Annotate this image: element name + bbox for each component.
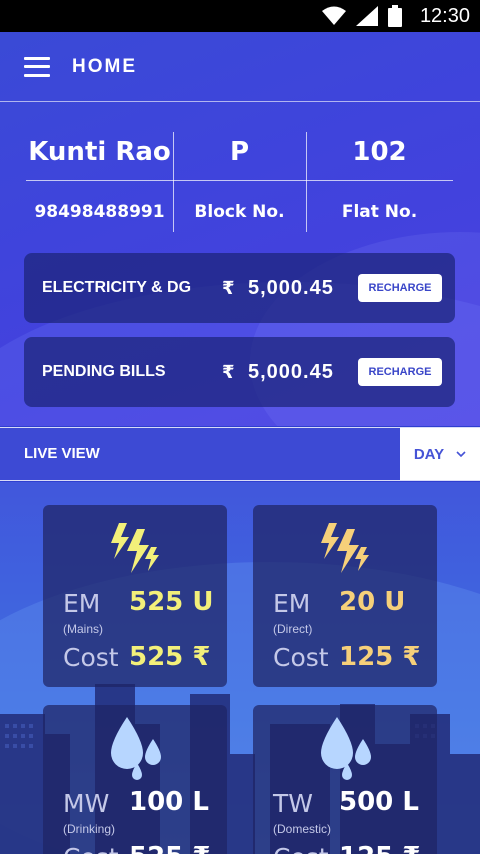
meter-tile-em-direct[interactable]: EM (Direct) Cost 20 U 125 ₹ xyxy=(253,505,437,687)
signal-icon xyxy=(355,6,378,26)
live-view-bar: LIVE VIEW DAY xyxy=(0,427,480,481)
electricity-bill-card: ELECTRICITY & DG ₹ 5,000.45 RECHARGE xyxy=(24,253,455,323)
bill-label: ELECTRICITY & DG xyxy=(42,279,192,296)
status-time: 12:30 xyxy=(419,4,470,27)
meter-usage: 100 L xyxy=(129,787,209,817)
hamburger-menu-icon[interactable] xyxy=(24,56,50,77)
bill-amount: 5,000.45 xyxy=(248,360,334,383)
meter-cost: 125 ₹ xyxy=(339,642,421,672)
lightning-icon xyxy=(253,521,437,577)
meter-tile-tw-domestic[interactable]: TW (Domestic) Cost 500 L 125 ₹ xyxy=(253,705,437,854)
rupee-icon: ₹ xyxy=(222,277,235,299)
page-title: HOME xyxy=(72,55,137,77)
water-drops-icon xyxy=(43,715,227,783)
live-view-label: LIVE VIEW xyxy=(24,445,100,462)
block-value: P xyxy=(229,137,250,167)
meter-subtitle: (Drinking) xyxy=(63,822,116,836)
flat-label: Flat No. xyxy=(341,202,418,222)
meter-key: EM xyxy=(63,589,101,618)
cost-key: Cost xyxy=(273,643,329,672)
wifi-icon xyxy=(321,6,346,25)
flat-value: 102 xyxy=(352,137,407,167)
meter-subtitle: (Domestic) xyxy=(273,822,332,836)
pending-recharge-button[interactable]: RECHARGE xyxy=(358,358,442,386)
bill-label: PENDING BILLS xyxy=(42,363,166,380)
rupee-icon: ₹ xyxy=(222,361,235,383)
meter-subtitle: (Mains) xyxy=(63,622,104,636)
chevron-down-icon xyxy=(456,451,466,457)
meter-usage: 525 U xyxy=(129,587,214,617)
meter-tile-mw-drinking[interactable]: MW (Drinking) Cost 100 L 525 ₹ xyxy=(43,705,227,854)
resident-phone: 98498488991 xyxy=(34,202,165,222)
period-dropdown[interactable]: DAY xyxy=(400,428,480,480)
meter-key: EM xyxy=(273,589,311,618)
meter-key: MW xyxy=(63,789,110,818)
meter-tile-em-mains[interactable]: EM (Mains) Cost 525 U 525 ₹ xyxy=(43,505,227,687)
meter-key: TW xyxy=(273,789,313,818)
app-bar: HOME xyxy=(0,32,480,102)
electricity-recharge-button[interactable]: RECHARGE xyxy=(358,274,442,302)
cost-key: Cost xyxy=(63,643,119,672)
bill-amount: 5,000.45 xyxy=(248,276,334,299)
meter-cost: 525 ₹ xyxy=(129,642,211,672)
period-value: DAY xyxy=(413,445,445,463)
cost-key: Cost xyxy=(273,843,329,854)
meter-cost: 125 ₹ xyxy=(339,842,420,854)
status-bar: 12:30 xyxy=(0,0,480,32)
cost-key: Cost xyxy=(63,843,119,854)
meter-cost: 525 ₹ xyxy=(129,842,210,854)
profile-grid: Kunti Rao 98498488991 P Block No. 102 Fl… xyxy=(26,132,453,232)
block-label: Block No. xyxy=(194,202,285,222)
pending-bills-card: PENDING BILLS ₹ 5,000.45 RECHARGE xyxy=(24,337,455,407)
water-drops-icon xyxy=(253,715,437,783)
meter-subtitle: (Direct) xyxy=(273,622,313,636)
lightning-icon xyxy=(43,521,227,577)
resident-name: Kunti Rao xyxy=(28,137,171,167)
battery-icon xyxy=(387,5,402,27)
meter-usage: 500 L xyxy=(339,787,419,817)
meter-usage: 20 U xyxy=(339,587,406,617)
